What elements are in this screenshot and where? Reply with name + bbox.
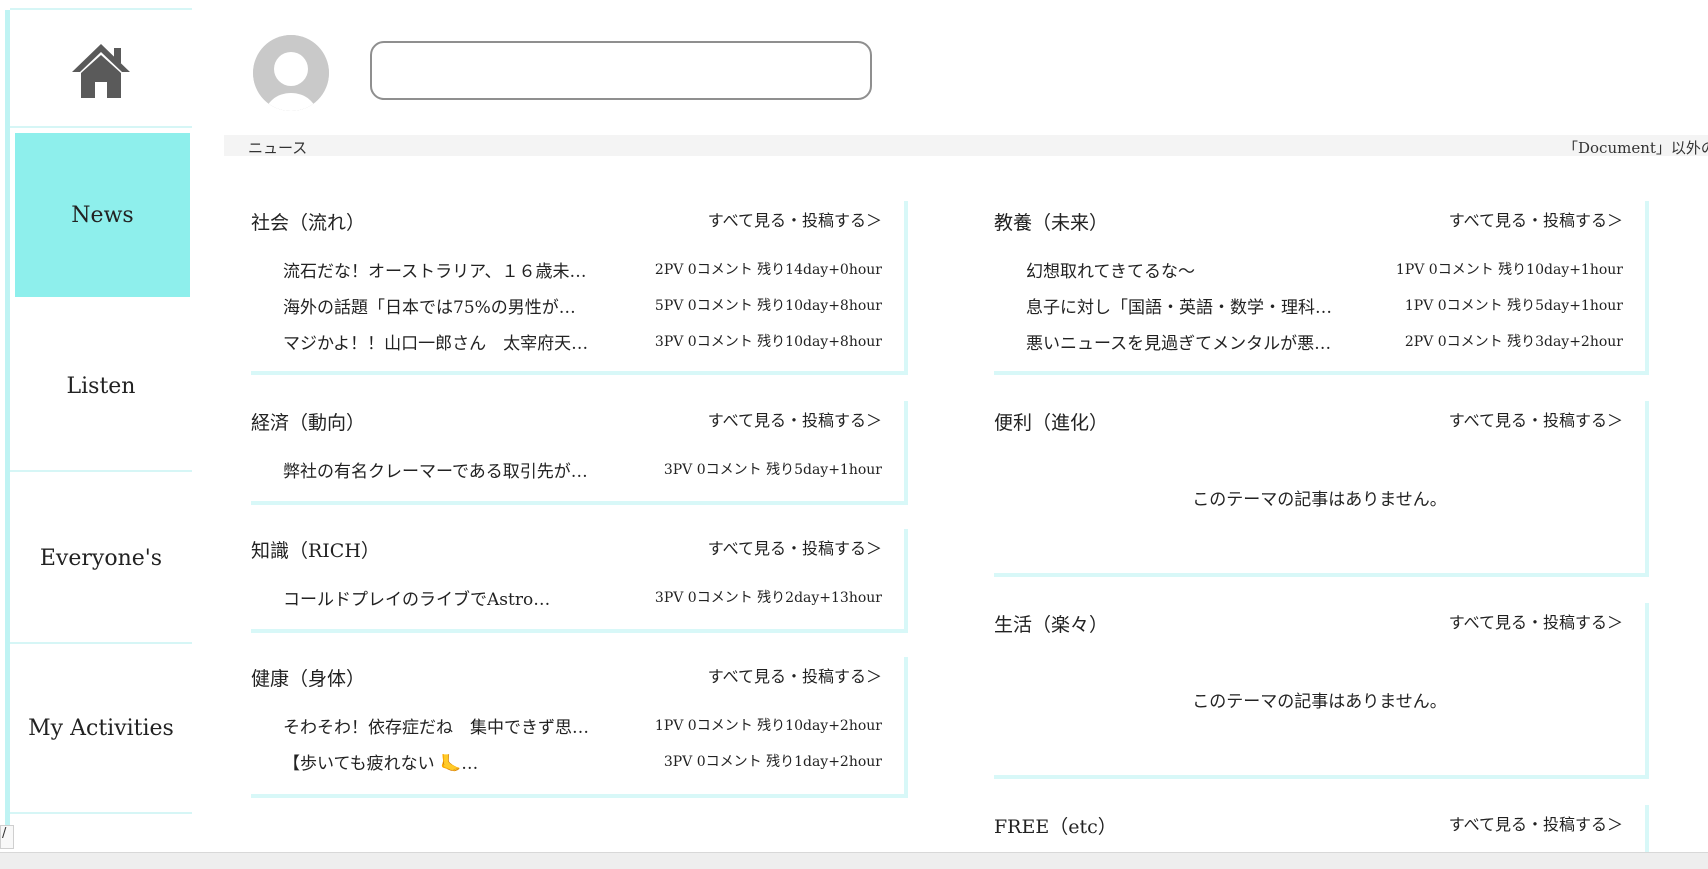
view-all-post-link[interactable]: すべて見る・投稿する＞ <box>708 207 882 231</box>
article-title[interactable]: そわそわ！依存症だね 集中できず思… <box>283 713 589 738</box>
home-icon[interactable] <box>70 42 132 100</box>
theme-section-keizai: 経済（動向） すべて見る・投稿する＞ 弊社の有名クレーマーである取引先が… 3P… <box>251 401 908 505</box>
theme-section-benri: 便利（進化） すべて見る・投稿する＞ このテーマの記事はありません。 <box>994 401 1649 577</box>
view-all-post-link[interactable]: すべて見る・投稿する＞ <box>1449 609 1623 633</box>
view-all-post-link[interactable]: すべて見る・投稿する＞ <box>1449 407 1623 431</box>
view-all-post-link[interactable]: すべて見る・投稿する＞ <box>708 663 882 687</box>
list-item[interactable]: 流石だな！オーストラリア、１６歳未… 2PV 0コメント 残り14day+0ho… <box>283 257 882 282</box>
view-all-post-link[interactable]: すべて見る・投稿する＞ <box>1449 207 1623 231</box>
article-title[interactable]: 幻想取れてきてるな〜 <box>1026 257 1195 282</box>
section-title: 経済（動向） <box>251 412 366 434</box>
list-item[interactable]: 悪いニュースを見過ぎてメンタルが悪… 2PV 0コメント 残り3day+2hou… <box>1026 329 1623 354</box>
article-title[interactable]: 息子に対し「国語・英語・数学・理科… <box>1026 293 1332 318</box>
avatar[interactable] <box>253 35 329 111</box>
article-title[interactable]: 【歩いても疲れない 🦶… <box>283 749 478 774</box>
view-all-post-link[interactable]: すべて見る・投稿する＞ <box>1449 811 1623 835</box>
article-meta: 2PV 0コメント 残り3day+2hour <box>1404 334 1623 350</box>
news-ticker: ニュース 「Document」以外の <box>224 135 1708 156</box>
list-item[interactable]: 幻想取れてきてるな〜 1PV 0コメント 残り10day+1hour <box>1026 257 1623 282</box>
theme-section-seikatsu: 生活（楽々） すべて見る・投稿する＞ このテーマの記事はありません。 <box>994 603 1649 779</box>
horizontal-scrollbar[interactable] <box>0 852 1708 869</box>
sidebar-item-my-activities[interactable]: My Activities <box>10 644 192 814</box>
section-title: 生活（楽々） <box>994 614 1109 636</box>
ticker-viewport: ニュース 「Document」以外の <box>224 135 1708 156</box>
view-all-post-link[interactable]: すべて見る・投稿する＞ <box>708 535 882 559</box>
section-title: 社会（流れ） <box>251 212 366 234</box>
article-meta: 1PV 0コメント 残り10day+1hour <box>1395 262 1623 278</box>
ticker-label: ニュース <box>248 139 308 156</box>
article-title[interactable]: マジかよ！！山口一郎さん 太宰府天… <box>283 329 588 354</box>
article-title[interactable]: 海外の話題「日本では75%の男性が… <box>283 293 576 318</box>
sidebar-item-label: News <box>71 202 134 228</box>
section-title: 健康（身体） <box>251 668 366 690</box>
theme-section-kyoyo: 教養（未来） すべて見る・投稿する＞ 幻想取れてきてるな〜 1PV 0コメント … <box>994 201 1649 375</box>
article-meta: 3PV 0コメント 残り2day+13hour <box>654 590 882 606</box>
list-item[interactable]: 息子に対し「国語・英語・数学・理科… 1PV 0コメント 残り5day+1hou… <box>1026 293 1623 318</box>
article-meta: 5PV 0コメント 残り10day+8hour <box>654 298 882 314</box>
list-item[interactable]: 弊社の有名クレーマーである取引先が… 3PV 0コメント 残り5day+1hou… <box>283 457 882 482</box>
theme-section-kenko: 健康（身体） すべて見る・投稿する＞ そわそわ！依存症だね 集中できず思… 1P… <box>251 657 908 798</box>
section-title: 教養（未来） <box>994 212 1109 234</box>
sidebar-item-label: My Activities <box>28 715 174 741</box>
section-title: 知識（RICH） <box>251 540 380 562</box>
list-item[interactable]: マジかよ！！山口一郎さん 太宰府天… 3PV 0コメント 残り10day+8ho… <box>283 329 882 354</box>
sidebar-item-label: Listen <box>66 373 136 399</box>
search-input[interactable] <box>370 41 872 100</box>
article-meta: 3PV 0コメント 残り1day+2hour <box>663 754 882 770</box>
sidebar-item-everyones[interactable]: Everyone's <box>10 474 192 644</box>
sidebar-item-listen[interactable]: Listen <box>10 302 192 472</box>
status-url: / <box>0 825 14 849</box>
sidebar-item-news[interactable]: News <box>15 133 190 297</box>
section-title: 便利（進化） <box>994 412 1109 434</box>
theme-section-shakai: 社会（流れ） すべて見る・投稿する＞ 流石だな！オーストラリア、１６歳未… 2P… <box>251 201 908 375</box>
list-item[interactable]: そわそわ！依存症だね 集中できず思… 1PV 0コメント 残り10day+2ho… <box>283 713 882 738</box>
article-title[interactable]: 弊社の有名クレーマーである取引先が… <box>283 457 588 482</box>
empty-message: このテーマの記事はありません。 <box>1192 490 1447 510</box>
ticker-text[interactable]: 「Document」以外の <box>1563 137 1708 156</box>
article-title[interactable]: 流石だな！オーストラリア、１６歳未… <box>283 257 586 282</box>
empty-message: このテーマの記事はありません。 <box>1192 692 1447 712</box>
section-title: FREE（etc） <box>994 816 1117 838</box>
sidebar-item-label: Everyone's <box>39 545 163 571</box>
article-meta: 1PV 0コメント 残り10day+2hour <box>654 718 882 734</box>
article-title[interactable]: 悪いニュースを見過ぎてメンタルが悪… <box>1026 329 1331 354</box>
article-meta: 2PV 0コメント 残り14day+0hour <box>654 262 882 278</box>
view-all-post-link[interactable]: すべて見る・投稿する＞ <box>708 407 882 431</box>
avatar-icon <box>253 35 329 111</box>
article-meta: 3PV 0コメント 残り5day+1hour <box>663 462 882 478</box>
sidebar-home[interactable] <box>10 8 192 128</box>
article-meta: 3PV 0コメント 残り10day+8hour <box>654 334 882 350</box>
list-item[interactable]: 海外の話題「日本では75%の男性が… 5PV 0コメント 残り10day+8ho… <box>283 293 882 318</box>
sidebar: News Listen Everyone's My Activities <box>10 8 192 814</box>
theme-section-chishiki: 知識（RICH） すべて見る・投稿する＞ コールドプレイのライブでAstro… … <box>251 529 908 633</box>
article-title[interactable]: コールドプレイのライブでAstro… <box>283 585 550 610</box>
list-item[interactable]: コールドプレイのライブでAstro… 3PV 0コメント 残り2day+13ho… <box>283 585 882 610</box>
article-meta: 1PV 0コメント 残り5day+1hour <box>1404 298 1623 314</box>
list-item[interactable]: 【歩いても疲れない 🦶… 3PV 0コメント 残り1day+2hour <box>283 749 882 774</box>
